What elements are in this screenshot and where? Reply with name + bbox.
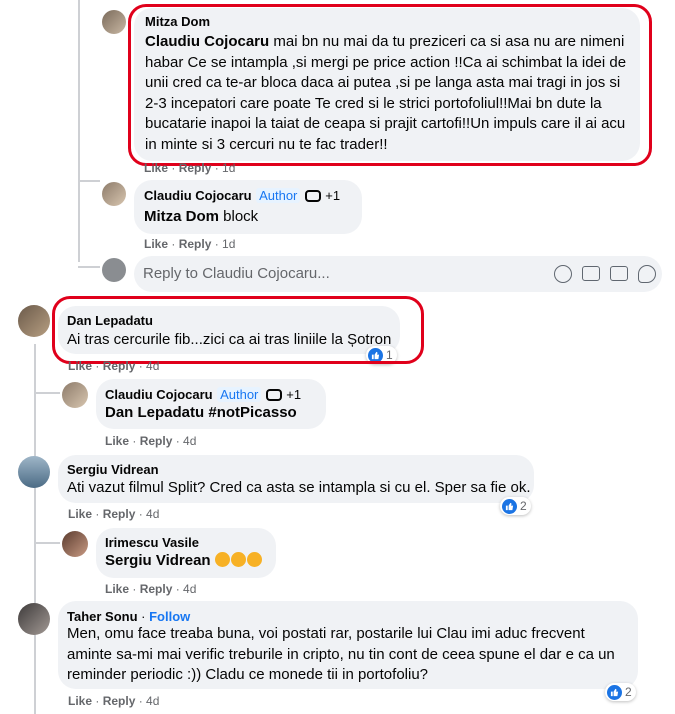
- comment-text: Dan Lepadatu #notPicasso: [105, 404, 297, 421]
- badge-count: +1: [325, 188, 341, 203]
- timestamp[interactable]: 4d: [183, 434, 196, 448]
- thread-line: [34, 542, 60, 544]
- like-link[interactable]: Like: [144, 237, 168, 251]
- laugh-emoji-icon: [246, 552, 262, 567]
- comment-author[interactable]: Irimescu Vasile: [105, 535, 199, 550]
- thread-line: [78, 180, 100, 182]
- reply-placeholder: Reply to Claudiu Cojocaru...: [143, 265, 330, 282]
- avatar[interactable]: [18, 305, 50, 337]
- timestamp[interactable]: 4d: [146, 694, 159, 708]
- badge-count: +1: [286, 387, 302, 402]
- highlight-box: [128, 4, 652, 166]
- thread-line: [78, 0, 80, 262]
- comment-bubble: Taher Sonu · Follow Men, omu face treaba…: [58, 601, 638, 689]
- avatar: [102, 258, 126, 282]
- like-link[interactable]: Like: [144, 161, 168, 175]
- like-link[interactable]: Like: [68, 359, 92, 373]
- timestamp[interactable]: 1d: [222, 161, 235, 175]
- avatar[interactable]: [102, 182, 126, 206]
- highlight-box: [52, 296, 424, 364]
- top-fan-badge-icon: [304, 190, 321, 202]
- camera-icon[interactable]: [582, 266, 600, 281]
- reply-link[interactable]: Reply: [140, 582, 173, 596]
- comment-text: Men, omu face treaba buna, voi postati r…: [67, 625, 615, 683]
- gif-icon[interactable]: [610, 266, 628, 281]
- reply-link[interactable]: Reply: [179, 237, 212, 251]
- reply-link[interactable]: Reply: [140, 434, 173, 448]
- comment-actions: Like · Reply · 4d: [68, 507, 160, 521]
- like-link[interactable]: Like: [105, 582, 129, 596]
- avatar[interactable]: [62, 382, 88, 408]
- timestamp[interactable]: 4d: [146, 359, 159, 373]
- comment-actions: Like · Reply · 4d: [68, 694, 160, 708]
- laugh-emoji-icon: [230, 552, 246, 567]
- follow-button[interactable]: Follow: [149, 609, 190, 624]
- comment-text: Mitza Dom block: [144, 208, 259, 225]
- comment-author[interactable]: Taher Sonu: [67, 609, 138, 624]
- reaction-count[interactable]: 2: [605, 683, 636, 701]
- author-badge: Author: [256, 188, 301, 203]
- avatar[interactable]: [18, 456, 50, 488]
- sticker-icon[interactable]: [638, 265, 656, 283]
- timestamp[interactable]: 4d: [146, 507, 159, 521]
- comment-actions: Like · Reply · 4d: [105, 582, 197, 596]
- thread-line: [78, 266, 100, 268]
- comment-actions: Like · Reply · 4d: [68, 359, 160, 373]
- avatar[interactable]: [102, 10, 126, 34]
- comment-author[interactable]: Claudiu Cojocaru: [144, 188, 252, 203]
- comment-bubble: Claudiu Cojocaru Author +1 Mitza Dom blo…: [134, 180, 362, 234]
- like-link[interactable]: Like: [68, 694, 92, 708]
- mention[interactable]: Sergiu Vidrean: [105, 552, 211, 569]
- top-fan-badge-icon: [265, 389, 282, 401]
- reply-link[interactable]: Reply: [103, 694, 136, 708]
- avatar[interactable]: [18, 603, 50, 635]
- comment-text: Sergiu Vidrean: [105, 551, 263, 572]
- mention[interactable]: Mitza Dom: [144, 208, 219, 225]
- like-link[interactable]: Like: [105, 434, 129, 448]
- reply-input[interactable]: Reply to Claudiu Cojocaru...: [134, 256, 662, 292]
- comment-actions: Like · Reply · 1d: [144, 237, 236, 251]
- reply-link[interactable]: Reply: [179, 161, 212, 175]
- avatar[interactable]: [62, 531, 88, 557]
- like-icon: [607, 684, 622, 700]
- reply-link[interactable]: Reply: [103, 359, 136, 373]
- comment-actions: Like · Reply · 4d: [105, 434, 197, 448]
- laugh-emoji-icon: [214, 552, 230, 567]
- mention[interactable]: Dan Lepadatu: [105, 404, 204, 421]
- comment-author[interactable]: Claudiu Cojocaru: [105, 387, 213, 402]
- thread-line: [34, 344, 36, 714]
- timestamp[interactable]: 1d: [222, 237, 235, 251]
- comment-bubble: Sergiu Vidrean Ati vazut filmul Split? C…: [58, 455, 534, 503]
- author-badge: Author: [217, 387, 262, 402]
- emoji-icon[interactable]: [554, 265, 572, 283]
- comment-author[interactable]: Sergiu Vidrean: [67, 462, 159, 477]
- thread-line: [34, 392, 60, 394]
- like-icon: [502, 498, 517, 514]
- reaction-count[interactable]: 2: [500, 497, 531, 515]
- comment-actions: Like · Reply · 1d: [144, 161, 236, 175]
- timestamp[interactable]: 4d: [183, 582, 196, 596]
- like-link[interactable]: Like: [68, 507, 92, 521]
- comment-text: Ati vazut filmul Split? Cred ca asta se …: [67, 479, 531, 496]
- comment-bubble: Claudiu Cojocaru Author +1 Dan Lepadatu …: [96, 379, 326, 429]
- comment-bubble: Irimescu Vasile Sergiu Vidrean: [96, 528, 276, 578]
- reply-link[interactable]: Reply: [103, 507, 136, 521]
